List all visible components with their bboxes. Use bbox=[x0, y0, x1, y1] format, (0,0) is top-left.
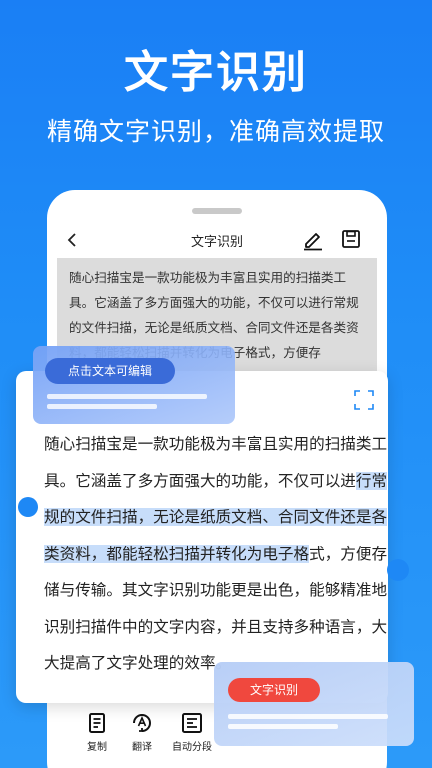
recognized-text[interactable]: 随心扫描宝是一款功能极为丰富且实用的扫描类工具。它涵盖了多方面强大的功能，不仅可… bbox=[44, 426, 389, 682]
ocr-feature-card: 文字识别 bbox=[214, 662, 414, 746]
pen-edit-icon[interactable] bbox=[302, 229, 324, 251]
auto-paragraph-icon bbox=[182, 713, 202, 733]
hero-title: 文字识别 bbox=[124, 47, 308, 98]
bottom-toolbar: 复制 翻译 自动分段 bbox=[72, 707, 222, 757]
hero-subtitle: 精确文字识别，准确高效提取 bbox=[46, 117, 385, 146]
auto-paragraph-button[interactable]: 自动分段 bbox=[167, 707, 217, 753]
expand-corners-icon[interactable] bbox=[353, 389, 375, 411]
phone-notch bbox=[192, 208, 242, 214]
copy-button[interactable]: 复制 bbox=[72, 707, 122, 753]
edit-hint-badge: 点击文本可编辑 bbox=[45, 358, 175, 384]
placeholder-line bbox=[47, 404, 157, 409]
placeholder-line bbox=[228, 724, 338, 729]
text-segment-before: 随心扫描宝是一款功能极为丰富且实用的扫描类工具。它涵盖了多方面强大的功能，不仅可… bbox=[44, 435, 388, 490]
text-segment-after: 式，方便存储与传输。其文字识别功能更是出色，能够精准地识别扫描件中的文字内容，并… bbox=[44, 544, 388, 673]
translate-icon bbox=[133, 714, 151, 732]
edit-hint-card: 点击文本可编辑 bbox=[33, 346, 235, 424]
ocr-badge: 文字识别 bbox=[228, 678, 320, 702]
phone-header: 文字识别 bbox=[47, 226, 387, 256]
phone-title: 文字识别 bbox=[190, 235, 243, 250]
placeholder-line bbox=[228, 714, 388, 719]
auto-paragraph-label: 自动分段 bbox=[172, 742, 212, 753]
save-icon[interactable] bbox=[341, 229, 361, 249]
translate-button[interactable]: 翻译 bbox=[117, 707, 167, 753]
selection-handle-end[interactable] bbox=[387, 559, 409, 581]
translate-label: 翻译 bbox=[132, 742, 152, 753]
placeholder-line bbox=[47, 394, 207, 399]
copy-document-icon bbox=[89, 713, 105, 733]
selection-handle-start[interactable] bbox=[18, 497, 38, 517]
copy-label: 复制 bbox=[87, 742, 107, 753]
